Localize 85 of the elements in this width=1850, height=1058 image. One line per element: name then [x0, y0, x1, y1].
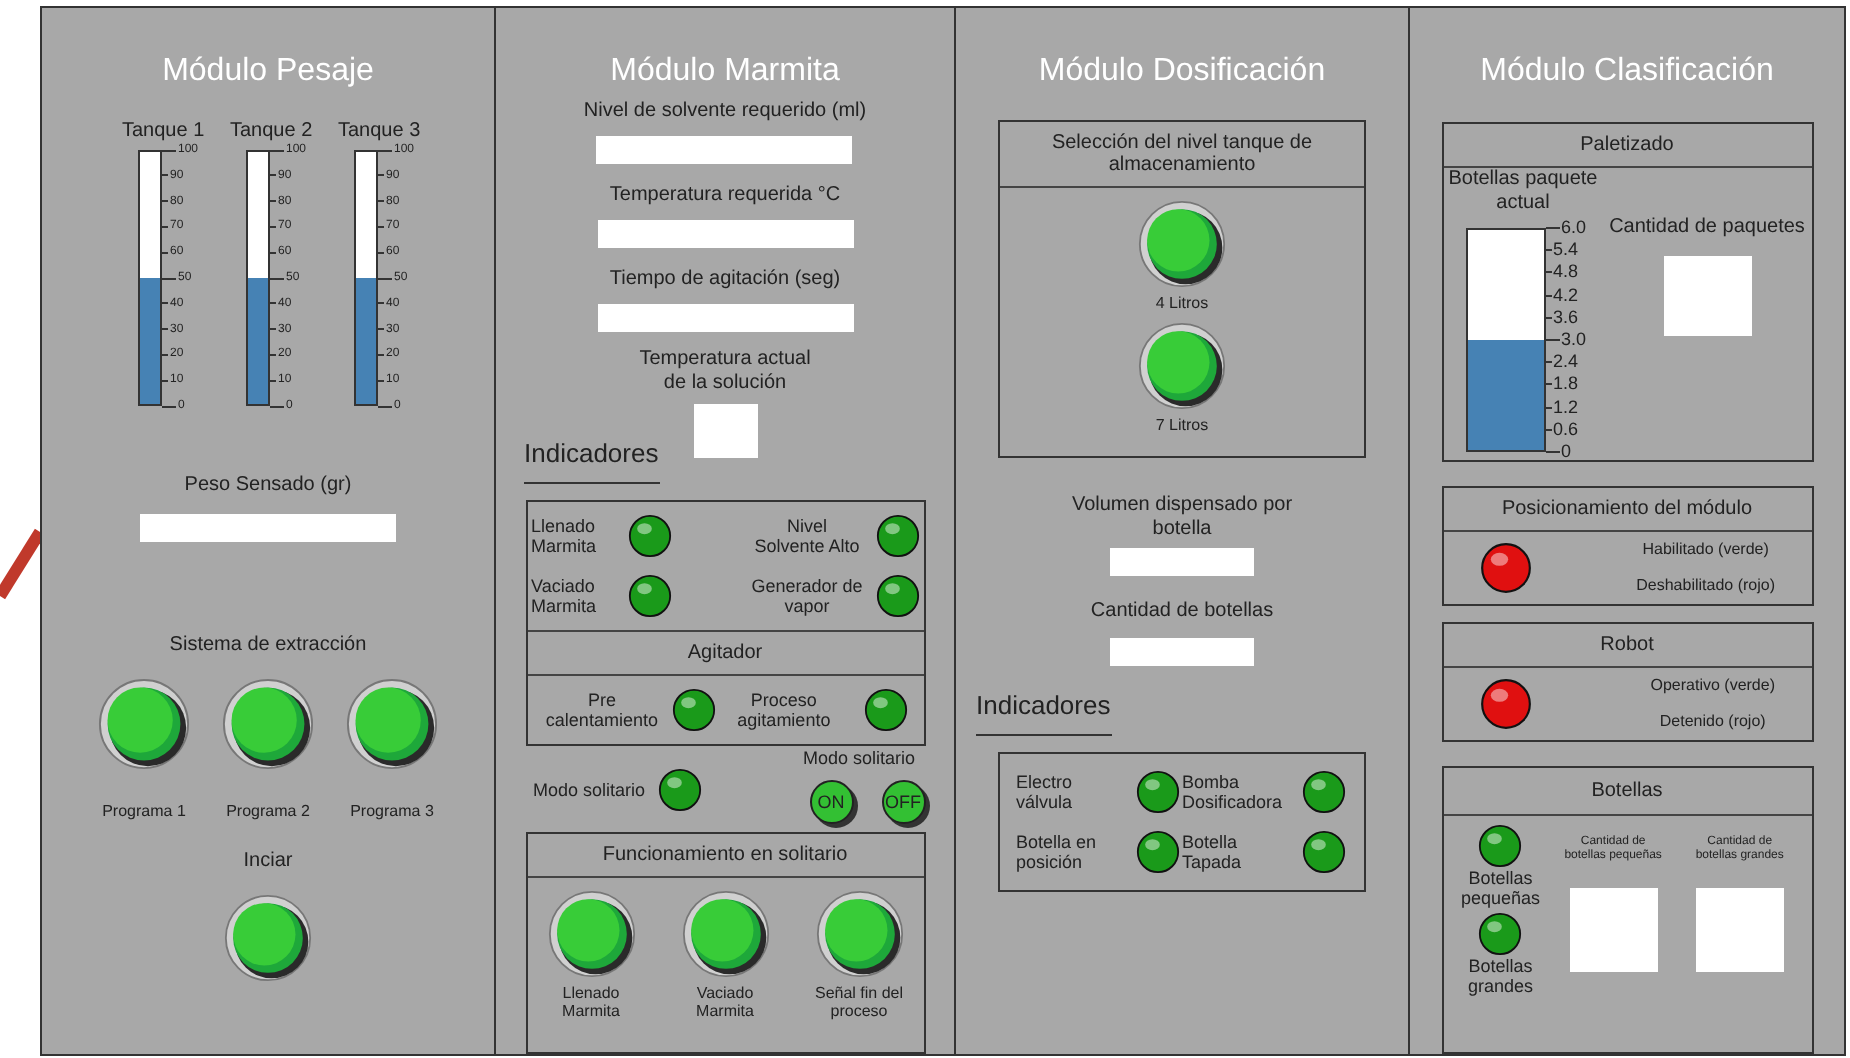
tank-label: Tanque 1: [122, 120, 205, 143]
lamp-label: Electro válvula: [1016, 772, 1075, 812]
tank-label: Tanque 3: [338, 120, 421, 143]
tick-label: 0: [1561, 443, 1572, 461]
tank-label: Tanque 2: [230, 120, 313, 143]
tick-label: 2.4: [1553, 353, 1579, 372]
field-label: Temperatura requerida °C: [609, 184, 841, 208]
field-label: Nivel de solvente requerido (ml): [583, 100, 867, 124]
input-field[interactable]: [1110, 548, 1254, 576]
lamp-label: Nivel Solvente Alto: [752, 516, 862, 556]
push-button[interactable]: [346, 678, 438, 770]
input-field[interactable]: [597, 220, 853, 248]
button-label: Programa 2: [226, 802, 310, 822]
value-box: [1695, 888, 1784, 972]
tick-label: 0.6: [1553, 420, 1579, 439]
button-label: Llenado Marmita: [560, 984, 622, 1020]
field-label: Cantidad de paquetes: [1609, 216, 1805, 240]
section-heading: Indicadores: [976, 690, 1111, 722]
field-label: Peso Sensado (gr): [184, 474, 352, 498]
lamp-label: Generador de vapor: [751, 576, 863, 616]
field-label: Temperatura actual de la solución: [637, 348, 813, 396]
button-label: Programa 1: [102, 802, 186, 822]
lamp-label: Modo solitario: [802, 748, 916, 768]
push-button[interactable]: [98, 678, 190, 770]
field-label: Volumen dispensado por botella: [1069, 494, 1295, 542]
tick-label: 1.2: [1553, 398, 1579, 417]
value-box: [693, 404, 757, 458]
module-title: Módulo Pesaje: [162, 52, 374, 92]
push-button[interactable]: [1138, 322, 1226, 410]
lamp-label: Proceso agitamiento: [735, 690, 833, 730]
push-button[interactable]: [681, 890, 769, 978]
lamp-label: Botella Tapada: [1182, 832, 1244, 872]
button-label: 4 Litros: [1155, 294, 1209, 314]
box-header: Agitador: [527, 632, 923, 676]
tick-label: 4.8: [1553, 263, 1579, 282]
box-header: Robot: [1443, 624, 1811, 668]
tick-label: 5.4: [1553, 241, 1579, 260]
box-header: Selección del nivel tanque de almacenamiento: [1000, 122, 1364, 188]
legend-text: Operativo (verde): [1650, 676, 1775, 696]
tick-label: 4.2: [1553, 286, 1579, 305]
toggle-button[interactable]: ON: [809, 780, 853, 824]
value-box: [1663, 256, 1751, 336]
input-field[interactable]: [596, 136, 853, 164]
push-button[interactable]: [547, 890, 635, 978]
lamp-label: Bomba Dosificadora: [1182, 772, 1285, 812]
button-label: 7 Litros: [1155, 416, 1209, 436]
field-label: Inciar: [243, 850, 293, 874]
legend-text: Deshabilitado (rojo): [1636, 576, 1775, 596]
field-label: Tiempo de agitación (seg): [609, 268, 841, 292]
module-title: Módulo Clasificación: [1480, 52, 1774, 92]
push-button[interactable]: [815, 890, 903, 978]
field-label: Botellas paquete actual: [1446, 168, 1600, 216]
tick-label: 3.0: [1561, 331, 1587, 349]
input-field[interactable]: [597, 304, 853, 332]
push-button[interactable]: [1138, 200, 1226, 288]
toggle-button[interactable]: OFF: [881, 780, 925, 824]
lamp-label: Llenado Marmita: [531, 516, 599, 556]
button-label: Señal fin del proceso: [812, 984, 906, 1020]
lamp-label: Botella en posición: [1016, 832, 1099, 872]
input-field[interactable]: [1110, 638, 1254, 666]
lamp-label: Botellas grandes: [1465, 956, 1535, 996]
lamp-label: Botellas pequeñas: [1458, 868, 1542, 908]
tick-label: 1.8: [1553, 375, 1579, 394]
button-label: Vaciado Marmita: [694, 984, 756, 1020]
lamp-label: Pre calentamiento: [543, 690, 660, 730]
box-header: Funcionamiento en solitario: [527, 834, 923, 878]
tick-label: 3.6: [1553, 308, 1579, 327]
lamp-label: Vaciado Marmita: [531, 576, 599, 616]
tick-label: 6.0: [1561, 219, 1587, 237]
legend-text: Detenido (rojo): [1659, 712, 1766, 732]
section-heading: Indicadores: [524, 438, 659, 470]
module-title: Módulo Marmita: [610, 52, 840, 92]
module-title: Módulo Dosificación: [1038, 52, 1326, 92]
box-header: Paletizado: [1443, 124, 1811, 168]
box-header: Posicionamiento del módulo: [1443, 488, 1811, 532]
value-box: [1569, 888, 1658, 972]
lamp-label: Modo solitario: [533, 780, 646, 800]
push-button[interactable]: [222, 678, 314, 770]
field-label: Cantidad de botellas: [1090, 600, 1274, 624]
field-label: Sistema de extracción: [169, 634, 367, 658]
push-button[interactable]: [224, 894, 312, 982]
box-header: Botellas: [1443, 768, 1811, 816]
legend-text: Habilitado (verde): [1642, 540, 1769, 560]
input-field[interactable]: [140, 514, 396, 542]
button-label: Programa 3: [350, 802, 434, 822]
